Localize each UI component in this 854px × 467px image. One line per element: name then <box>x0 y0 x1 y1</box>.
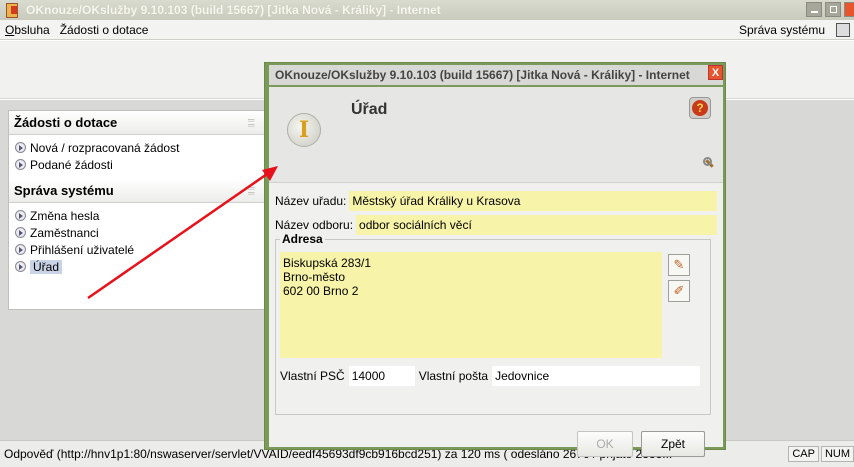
nav-item-label-active: Úřad <box>30 259 63 274</box>
nazev-uradu-field[interactable]: Městský úřad Králiky u Krasova <box>349 191 717 211</box>
close-button[interactable] <box>844 2 854 17</box>
menubar: Obsluha Žádosti o dotace Správa systému <box>0 20 854 40</box>
address-line: Biskupská 283/1 <box>283 256 372 270</box>
address-group: Adresa Biskupská 283/1 Brno-město 602 00… <box>275 232 711 415</box>
psc-row: Vlastní PSČ 14000 Vlastní pošta Jedovnic… <box>280 366 700 386</box>
app-icon <box>4 2 20 18</box>
num-indicator: NUM <box>820 446 854 462</box>
dialog-header: I Úřad ? <box>269 87 723 183</box>
nav-item-nova-zadost[interactable]: Nová / rozpracovaná žádost <box>9 139 270 156</box>
section-sprava-items: Změna hesla Zaměstnanci Přihlášení uživa… <box>9 203 270 281</box>
nav-item-zamestnanci[interactable]: Zaměstnanci <box>9 224 270 241</box>
address-legend: Adresa <box>280 232 325 246</box>
nav-item-label: Přihlášení uživatelé <box>30 242 135 257</box>
wrench-icon[interactable] <box>703 157 715 169</box>
address-textarea[interactable]: Biskupská 283/1 Brno-město 602 00 Brno 2 <box>280 252 662 358</box>
nav-item-label: Změna hesla <box>30 208 100 223</box>
edit-document-icon: ✎ <box>673 257 685 272</box>
maximize-button[interactable] <box>825 2 841 17</box>
section-zadosti-title: Žádosti o dotace <box>14 115 118 130</box>
menu-obsluha-label: bsluha <box>14 22 50 37</box>
nazev-odboru-row: Název odboru: odbor sociálních věcí <box>275 215 717 235</box>
nazev-odboru-field[interactable]: odbor sociálních věcí <box>356 215 717 235</box>
menu-sprava-systemu[interactable]: Správa systému <box>734 23 830 37</box>
psc-field[interactable]: 14000 <box>348 366 415 386</box>
play-bullet-icon <box>15 227 26 238</box>
menu-zadosti[interactable]: Žádosti o dotace <box>55 23 154 37</box>
posta-field[interactable]: Jedovnice <box>492 366 700 386</box>
minimize-button[interactable] <box>806 2 822 17</box>
menubar-right: Správa systému <box>734 20 854 40</box>
pencil-icon: ✐ <box>673 283 685 298</box>
play-bullet-icon <box>15 210 26 221</box>
main-window-title: OKnouze/OKslužby 9.10.103 (build 15667) … <box>26 3 441 17</box>
nazev-uradu-label: Název uřadu: <box>275 194 347 208</box>
play-bullet-icon <box>15 261 26 272</box>
nav-item-urad[interactable]: Úřad <box>9 258 270 275</box>
play-bullet-icon <box>15 159 26 170</box>
urad-dialog: OKnouze/OKslužby 9.10.103 (build 15667) … <box>264 62 726 457</box>
window-controls <box>806 2 854 17</box>
dialog-title: OKnouze/OKslužby 9.10.103 (build 15667) … <box>275 68 690 82</box>
collapse-icon[interactable]: ═ ═ <box>248 184 258 198</box>
section-zadosti-items: Nová / rozpracovaná žádost Podané žádost… <box>9 135 270 179</box>
toolbar-tool-icon[interactable] <box>836 23 850 37</box>
minimize-icon <box>810 10 818 13</box>
collapse-icon[interactable]: ═ ═ <box>248 116 258 130</box>
play-bullet-icon <box>15 142 26 153</box>
section-sprava-header[interactable]: Správa systému ═ ═ <box>9 179 270 203</box>
nav-item-label: Podané žádosti <box>30 157 113 172</box>
help-button[interactable]: ? <box>689 97 711 119</box>
dialog-title-bar[interactable]: OKnouze/OKslužby 9.10.103 (build 15667) … <box>269 65 723 85</box>
right-workspace-area <box>726 100 854 440</box>
play-bullet-icon <box>15 244 26 255</box>
address-line: Brno-město <box>283 270 346 284</box>
office-icon: I <box>287 113 321 147</box>
nav-item-label: Zaměstnanci <box>30 225 99 240</box>
section-zadosti-header[interactable]: Žádosti o dotace ═ ═ <box>9 111 270 135</box>
maximize-icon <box>829 6 837 13</box>
back-button[interactable]: Zpět <box>641 431 705 457</box>
office-icon-glyph: I <box>298 117 310 143</box>
nav-item-prihlaseni-uzivatele[interactable]: Přihlášení uživatelé <box>9 241 270 258</box>
nav-item-zmena-hesla[interactable]: Změna hesla <box>9 207 270 224</box>
dialog-close-button[interactable]: X <box>708 65 723 80</box>
dialog-heading: Úřad <box>351 101 388 118</box>
nav-item-podane-zadosti[interactable]: Podané žádosti <box>9 156 270 173</box>
address-tool-button[interactable]: ✐ <box>668 280 690 302</box>
edit-address-button[interactable]: ✎ <box>668 254 690 276</box>
caps-indicator: CAP <box>788 446 819 462</box>
dialog-body: I Úřad ? Název uřadu: Městský úřad Králi… <box>269 87 723 457</box>
left-nav-panel: Žádosti o dotace ═ ═ Nová / rozpracovaná … <box>8 110 271 310</box>
menu-obsluha[interactable]: Obsluha <box>0 23 55 37</box>
nazev-odboru-label: Název odboru: <box>275 218 354 232</box>
main-title-bar[interactable]: OKnouze/OKslužby 9.10.103 (build 15667) … <box>0 0 854 20</box>
ok-button[interactable]: OK <box>577 431 633 457</box>
section-sprava-title: Správa systému <box>14 183 114 198</box>
address-line: 602 00 Brno 2 <box>283 284 359 298</box>
posta-label: Vlastní pošta <box>418 369 489 383</box>
psc-label: Vlastní PSČ <box>280 369 345 383</box>
nav-item-label: Nová / rozpracovaná žádost <box>30 140 180 155</box>
nazev-uradu-row: Název uřadu: Městský úřad Králiky u Kras… <box>275 191 717 211</box>
help-icon: ? <box>692 100 708 116</box>
